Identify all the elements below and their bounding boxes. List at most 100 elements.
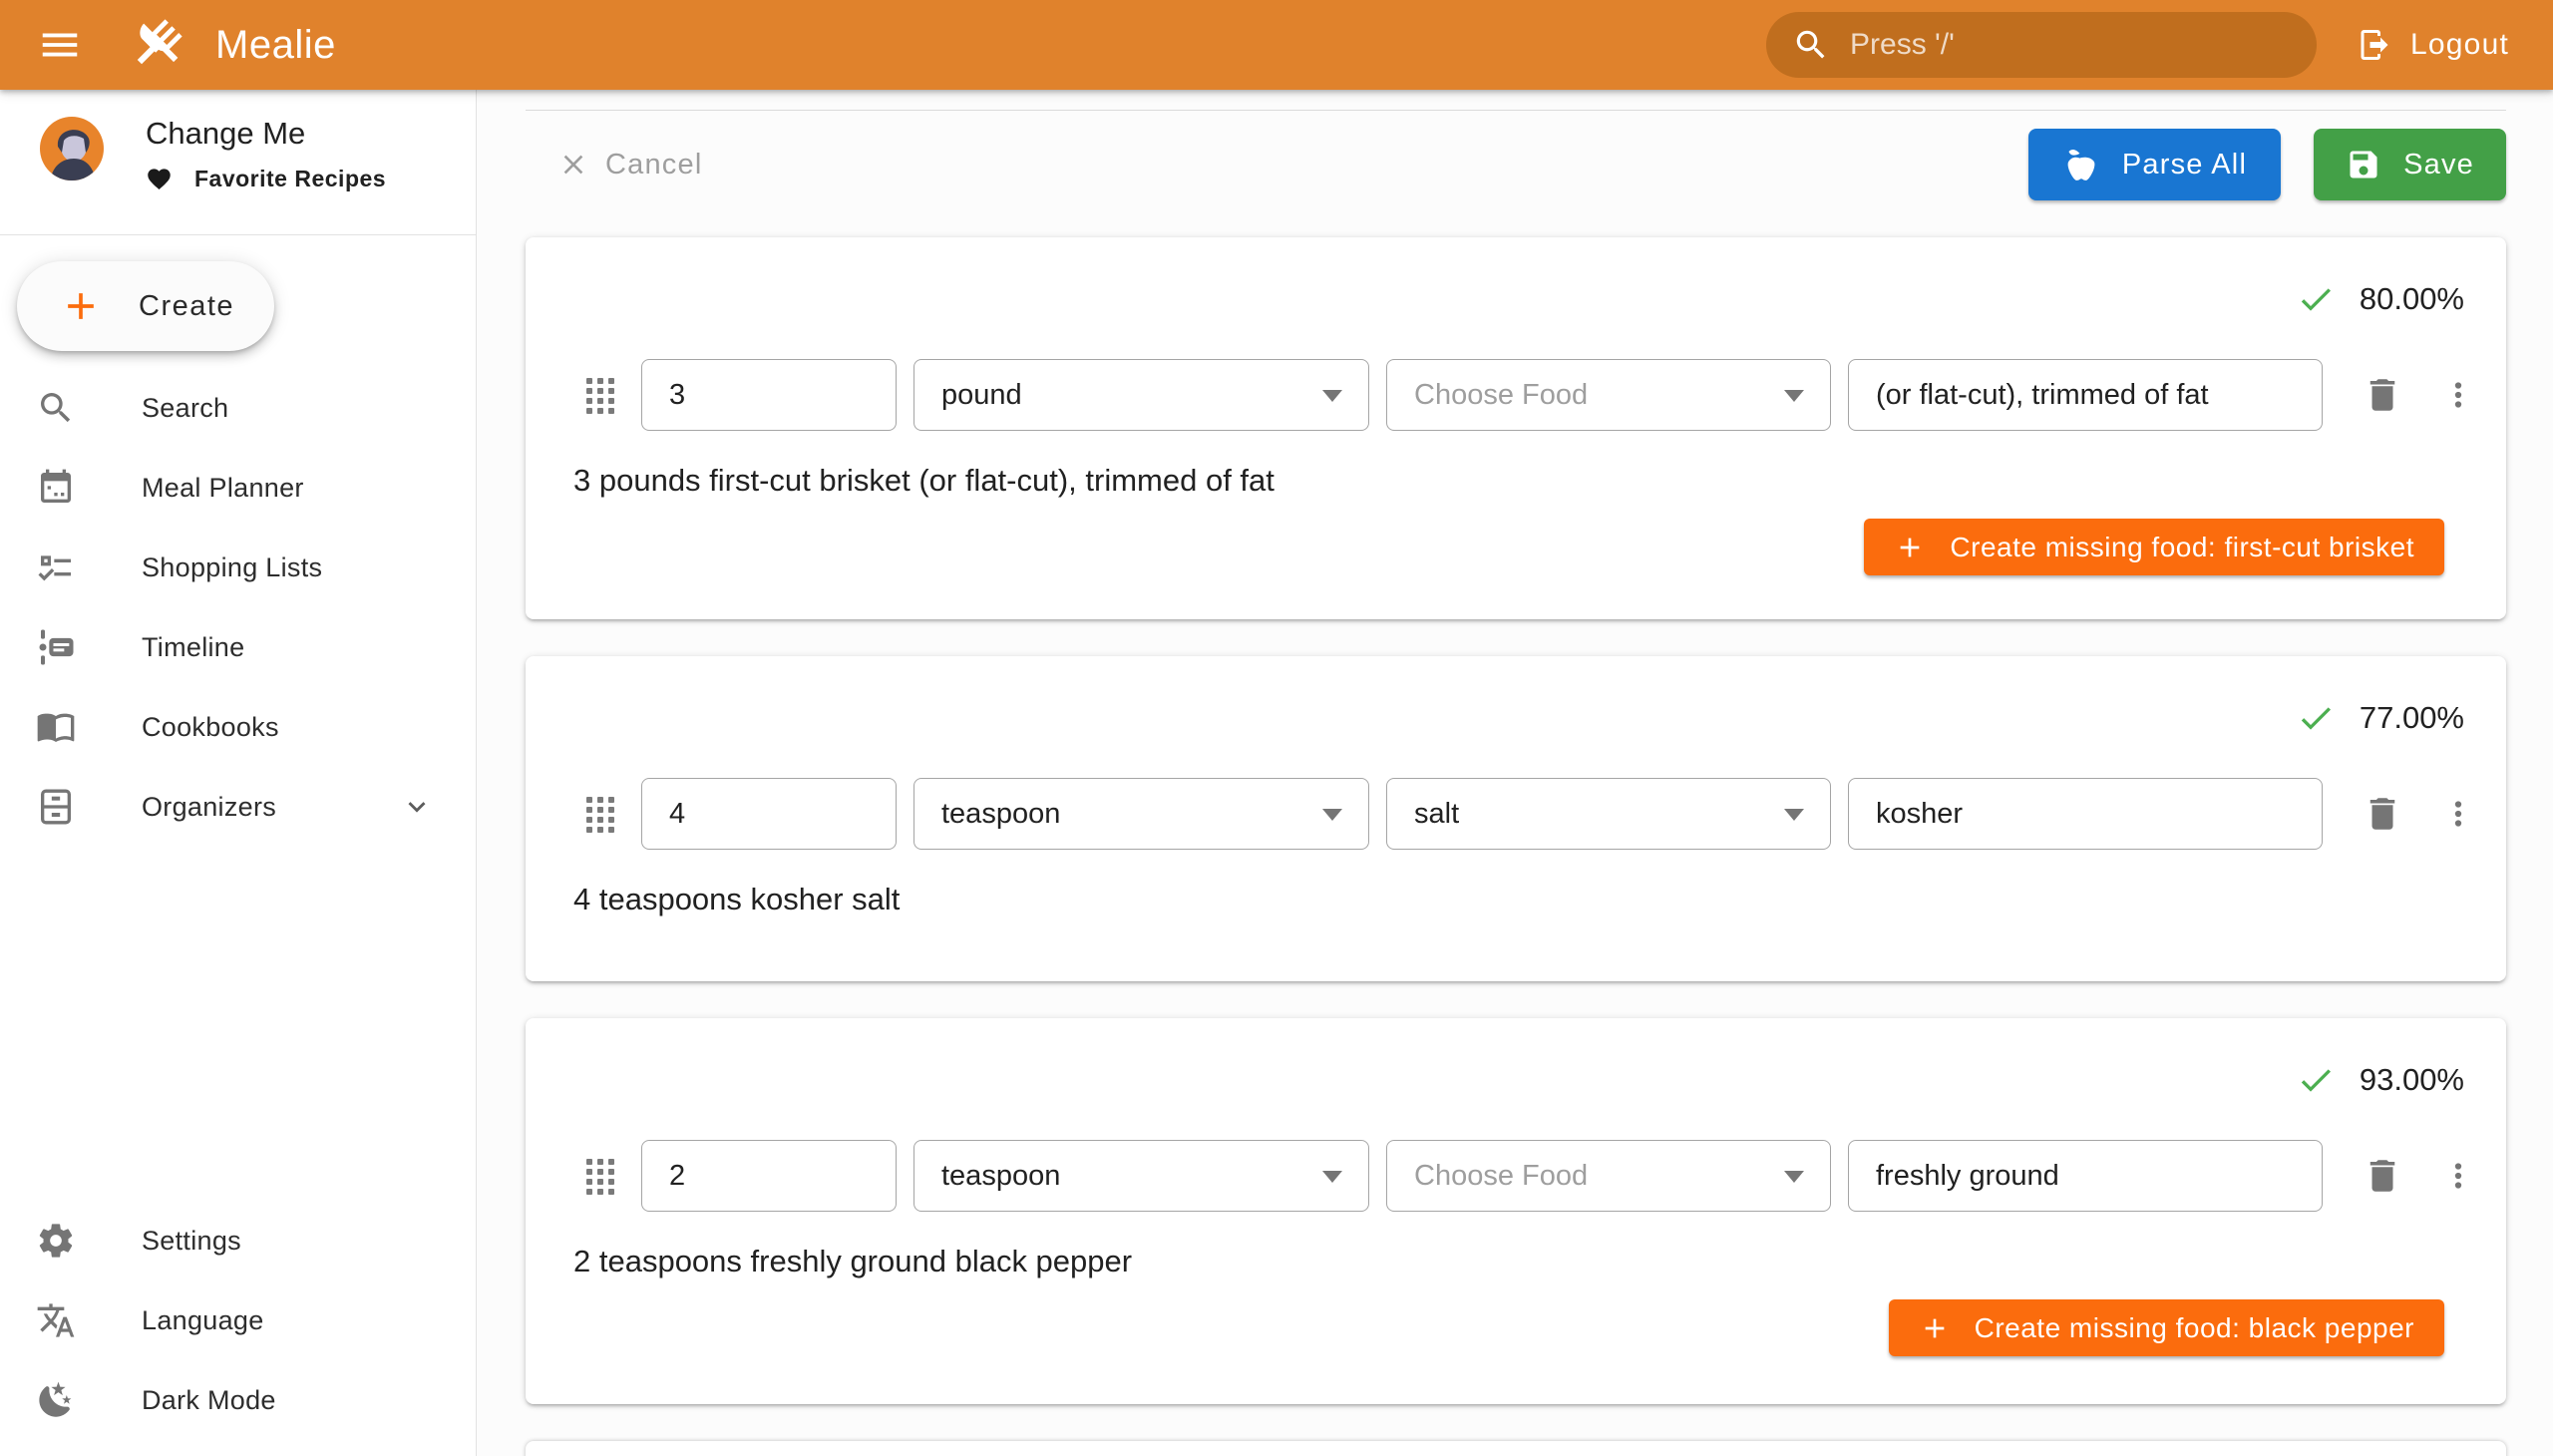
create-button[interactable]: Create xyxy=(17,261,274,351)
check-icon xyxy=(2296,698,2336,738)
save-button[interactable]: Save xyxy=(2314,129,2506,200)
magnify-icon xyxy=(36,388,76,428)
check-icon xyxy=(2296,279,2336,319)
save-label: Save xyxy=(2403,149,2474,182)
parse-all-button[interactable]: Parse All xyxy=(2028,129,2281,200)
unit-select xyxy=(913,778,1369,850)
search-icon xyxy=(1792,26,1830,64)
note-input[interactable] xyxy=(1849,779,2322,849)
food-input[interactable] xyxy=(1387,1141,1830,1211)
app-title: Mealie xyxy=(215,23,336,68)
sidebar-item-language[interactable]: Language xyxy=(0,1280,476,1360)
file-cabinet-icon xyxy=(36,787,76,827)
food-input[interactable] xyxy=(1387,360,1830,430)
drag-handle-icon[interactable] xyxy=(586,797,613,831)
quantity-input[interactable] xyxy=(642,779,896,849)
ingredient-fields-row xyxy=(571,1140,2464,1212)
dots-vertical-icon xyxy=(2439,795,2477,833)
sidebar-item-label: Language xyxy=(142,1305,264,1336)
cancel-button[interactable]: Cancel xyxy=(540,149,720,182)
confidence-value: 77.00% xyxy=(2360,700,2464,736)
avatar[interactable] xyxy=(40,116,104,182)
note-input[interactable] xyxy=(1849,1141,2322,1211)
parse-all-label: Parse All xyxy=(2122,149,2247,182)
quantity-field xyxy=(641,1140,897,1212)
menu-icon[interactable] xyxy=(28,13,92,77)
drag-handle-icon[interactable] xyxy=(586,1159,613,1193)
sidebar-item-cookbooks[interactable]: Cookbooks xyxy=(0,687,476,767)
quantity-field xyxy=(641,778,897,850)
plus-icon xyxy=(1919,1312,1951,1344)
food-input[interactable] xyxy=(1387,779,1830,849)
confidence-row: 80.00% xyxy=(571,279,2464,319)
sidebar-item-meal-planner[interactable]: Meal Planner xyxy=(0,448,476,528)
sidebar-item-shopping-lists[interactable]: Shopping Lists xyxy=(0,528,476,607)
more-options-button[interactable] xyxy=(2439,1157,2477,1195)
sidebar-item-label: Dark Mode xyxy=(142,1385,276,1416)
quantity-input[interactable] xyxy=(642,1141,896,1211)
logout-button[interactable]: Logout xyxy=(2341,10,2525,80)
original-ingredient-text: 4 teaspoons kosher salt xyxy=(571,882,2464,917)
note-input[interactable] xyxy=(1849,360,2322,430)
drag-handle-icon[interactable] xyxy=(586,378,613,412)
note-field xyxy=(1848,1140,2323,1212)
food-select xyxy=(1386,359,1831,431)
quantity-input[interactable] xyxy=(642,360,896,430)
logout-icon xyxy=(2357,27,2392,63)
sidebar-item-settings[interactable]: Settings xyxy=(0,1201,476,1280)
logout-label: Logout xyxy=(2410,28,2509,62)
sidebar-item-search[interactable]: Search xyxy=(0,368,476,448)
app-header: Mealie Logout xyxy=(0,0,2553,90)
sidebar-item-organizers[interactable]: Organizers xyxy=(0,767,476,847)
plus-icon xyxy=(1894,532,1926,563)
parser-toolbar: Cancel Parse All Save xyxy=(526,129,2506,200)
create-missing-food-label: Create missing food: first-cut brisket xyxy=(1950,532,2414,563)
food-select xyxy=(1386,1140,1831,1212)
global-search[interactable] xyxy=(1766,12,2317,78)
chevron-down-icon[interactable] xyxy=(400,790,434,824)
sidebar-item-dark-mode[interactable]: Dark Mode xyxy=(0,1360,476,1440)
dots-vertical-icon xyxy=(2439,1157,2477,1195)
gear-icon xyxy=(36,1221,76,1261)
sidebar-item-label: Timeline xyxy=(142,632,244,663)
ingredient-fields-row xyxy=(571,778,2464,850)
sidebar-item-label: Organizers xyxy=(142,792,276,823)
confidence-value: 93.00% xyxy=(2360,1062,2464,1098)
unit-input[interactable] xyxy=(914,360,1368,430)
unit-select xyxy=(913,359,1369,431)
delete-button[interactable] xyxy=(2362,1155,2403,1197)
unit-input[interactable] xyxy=(914,1141,1368,1211)
original-ingredient-text: 2 teaspoons freshly ground black pepper xyxy=(571,1244,2464,1279)
create-label: Create xyxy=(139,290,234,323)
timeline-icon xyxy=(36,627,76,667)
check-icon xyxy=(2296,1060,2336,1100)
search-input[interactable] xyxy=(1850,28,2291,62)
apple-icon xyxy=(2062,146,2100,183)
create-missing-food-button[interactable]: Create missing food: black pepper xyxy=(1889,1299,2444,1356)
close-icon xyxy=(557,149,589,181)
delete-button[interactable] xyxy=(2362,793,2403,835)
more-options-button[interactable] xyxy=(2439,376,2477,414)
trash-icon xyxy=(2362,1155,2403,1197)
unit-input[interactable] xyxy=(914,779,1368,849)
checklist-icon xyxy=(36,547,76,587)
sidebar-item-timeline[interactable]: Timeline xyxy=(0,607,476,687)
calendar-icon xyxy=(36,468,76,508)
sidebar-item-label: Meal Planner xyxy=(142,473,304,504)
sidebar: Change Me Favorite Recipes Create Search… xyxy=(0,90,477,1456)
more-options-button[interactable] xyxy=(2439,795,2477,833)
ingredient-parser-page: Cancel Parse All Save 80.00% xyxy=(477,90,2553,1456)
original-ingredient-text: 3 pounds first-cut brisket (or flat-cut)… xyxy=(571,463,2464,499)
confidence-row: 77.00% xyxy=(571,698,2464,738)
heart-icon xyxy=(146,166,173,192)
plus-icon xyxy=(59,284,103,328)
content-divider xyxy=(526,110,2506,111)
ingredient-card: 80.00% 3 pounds first-cut brisket (or fl… xyxy=(526,237,2506,619)
favorite-recipes-link[interactable]: Favorite Recipes xyxy=(146,166,386,192)
delete-button[interactable] xyxy=(2362,374,2403,416)
trash-icon xyxy=(2362,793,2403,835)
book-open-icon xyxy=(36,707,76,747)
create-missing-food-button[interactable]: Create missing food: first-cut brisket xyxy=(1864,519,2444,575)
user-name[interactable]: Change Me xyxy=(146,116,386,152)
quantity-field xyxy=(641,359,897,431)
